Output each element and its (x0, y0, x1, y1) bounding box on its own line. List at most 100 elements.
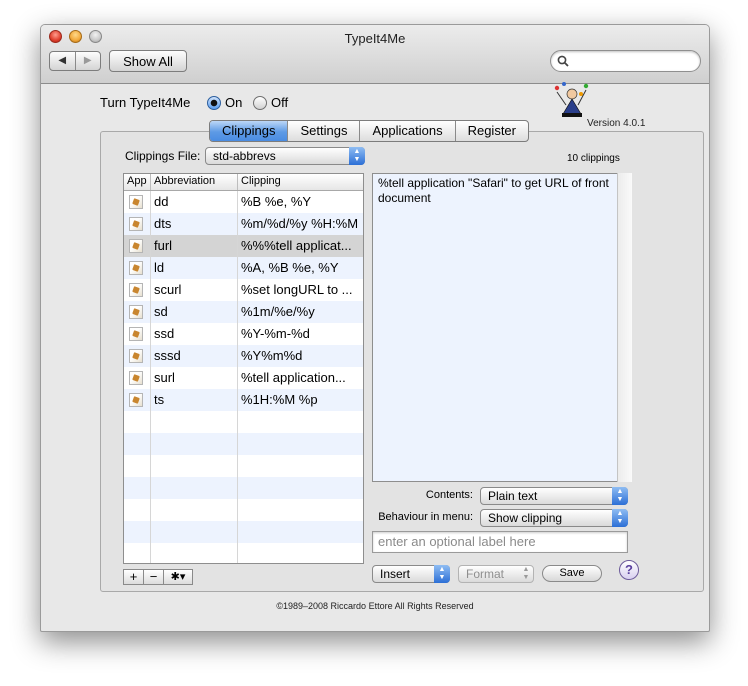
app-cell (124, 499, 151, 521)
tab-register[interactable]: Register (454, 121, 528, 141)
empty-row (124, 499, 363, 521)
tab-bar: Clippings Settings Applications Register (209, 120, 529, 142)
all-apps-icon (129, 305, 143, 319)
action-menu-button[interactable]: ✱▾ (163, 569, 193, 585)
behaviour-value: Show clipping (488, 511, 563, 525)
abbreviation-cell: sd (151, 301, 238, 323)
app-cell (124, 279, 151, 301)
back-button[interactable]: ◀ (50, 52, 75, 70)
all-apps-icon (129, 371, 143, 385)
table-row[interactable]: dts %m/%d/%y %H:%M (124, 213, 363, 235)
app-cell (124, 389, 151, 411)
table-row[interactable]: sssd %Y%m%d (124, 345, 363, 367)
abbreviation-cell: scurl (151, 279, 238, 301)
table-header: App Abbreviation Clipping (124, 174, 363, 191)
app-cell (124, 543, 151, 563)
tab-clippings[interactable]: Clippings (210, 121, 288, 141)
clipping-cell: %tell application... (241, 370, 346, 385)
app-cell (124, 345, 151, 367)
clipping-editor-text: %tell application "Safari" to get URL of… (378, 176, 609, 205)
column-header-abbreviation[interactable]: Abbreviation (151, 174, 238, 190)
empty-row (124, 433, 363, 455)
search-field[interactable] (550, 50, 701, 72)
remove-button[interactable]: − (143, 569, 164, 585)
tab-settings[interactable]: Settings (287, 121, 359, 141)
format-label: Format (466, 567, 505, 581)
clipping-cell: %B %e, %Y (241, 194, 312, 209)
table-row[interactable]: furl %%%tell applicat... (124, 235, 363, 257)
table-row[interactable]: scurl %set longURL to ... (124, 279, 363, 301)
clipping-cell: %1m/%e/%y (241, 304, 315, 319)
on-radio[interactable] (207, 96, 221, 110)
popup-arrows-icon: ▲ ▼ (612, 509, 628, 527)
clippings-table[interactable]: App Abbreviation Clipping dd %B %e, %Y dts… (123, 173, 364, 564)
empty-row (124, 455, 363, 477)
label-input[interactable]: enter an optional label here (372, 531, 628, 553)
app-cell (124, 235, 151, 257)
version-label: Version 4.0.1 (587, 118, 646, 129)
abbreviation-cell: dd (151, 191, 238, 213)
abbreviation-cell (151, 477, 238, 499)
abbreviation-cell (151, 455, 238, 477)
search-icon (557, 55, 569, 67)
table-buttons: + − ✱▾ (123, 569, 193, 585)
app-cell (124, 433, 151, 455)
format-popup[interactable]: Format ▲ ▼ (458, 565, 534, 583)
table-row[interactable]: surl %tell application... (124, 367, 363, 389)
contents-popup[interactable]: Plain text ▲ ▼ (480, 487, 628, 505)
clippings-file-popup[interactable]: std-abbrevs ▲ ▼ (205, 147, 365, 165)
abbreviation-cell (151, 433, 238, 455)
table-row[interactable]: dd %B %e, %Y (124, 191, 363, 213)
back-forward-buttons: ◀ ▶ (49, 51, 101, 71)
app-cell (124, 455, 151, 477)
contents-label: Contents: (425, 489, 473, 501)
tab-applications[interactable]: Applications (359, 121, 454, 141)
clipping-cell: %m/%d/%y %H:%M (241, 216, 359, 231)
clipping-cell (238, 543, 363, 563)
clipping-cell: %Y%m%d (241, 348, 303, 363)
app-cell (124, 191, 151, 213)
save-button[interactable]: Save (542, 565, 602, 582)
clipping-cell (238, 433, 363, 455)
table-row[interactable]: ts %1H:%M %p (124, 389, 363, 411)
table-row[interactable]: sd %1m/%e/%y (124, 301, 363, 323)
insert-popup[interactable]: Insert ▲ ▼ (372, 565, 450, 583)
turn-on-label: Turn TypeIt4Me (100, 95, 191, 110)
clipping-cell: %A, %B %e, %Y (241, 260, 339, 275)
column-header-app[interactable]: App (124, 174, 151, 190)
column-header-clipping[interactable]: Clipping (238, 174, 363, 190)
help-button[interactable]: ? (619, 560, 639, 580)
empty-row (124, 521, 363, 543)
clipping-cell (238, 455, 363, 477)
editor-scrollbar[interactable] (617, 173, 632, 482)
abbreviation-cell (151, 411, 238, 433)
abbreviation-cell: dts (151, 213, 238, 235)
all-apps-icon (129, 217, 143, 231)
clipping-cell: %set longURL to ... (241, 282, 353, 297)
add-button[interactable]: + (123, 569, 144, 585)
abbreviation-cell: ssd (151, 323, 238, 345)
clipping-cell: %%%tell applicat... (241, 238, 352, 253)
clipping-cell (238, 499, 363, 521)
clipping-editor[interactable]: %tell application "Safari" to get URL of… (372, 173, 632, 482)
table-row[interactable]: ld %A, %B %e, %Y (124, 257, 363, 279)
abbreviation-cell (151, 543, 238, 563)
popup-arrows-icon: ▲ ▼ (522, 566, 530, 581)
forward-button[interactable]: ▶ (74, 52, 101, 70)
contents-value: Plain text (488, 489, 538, 503)
abbreviation-cell: surl (151, 367, 238, 389)
show-all-button[interactable]: Show All (109, 50, 187, 72)
app-cell (124, 521, 151, 543)
app-cell (124, 411, 151, 433)
empty-row (124, 411, 363, 433)
all-apps-icon (129, 239, 143, 253)
empty-row (124, 543, 363, 563)
off-radio[interactable] (253, 96, 267, 110)
behaviour-popup[interactable]: Show clipping ▲ ▼ (480, 509, 628, 527)
abbreviation-cell: ts (151, 389, 238, 411)
table-row[interactable]: ssd %Y-%m-%d (124, 323, 363, 345)
popup-arrows-icon: ▲ ▼ (434, 565, 450, 583)
all-apps-icon (129, 261, 143, 275)
all-apps-icon (129, 327, 143, 341)
table-body: dd %B %e, %Y dts %m/%d/%y %H:%M furl %%%tell … (124, 191, 363, 563)
